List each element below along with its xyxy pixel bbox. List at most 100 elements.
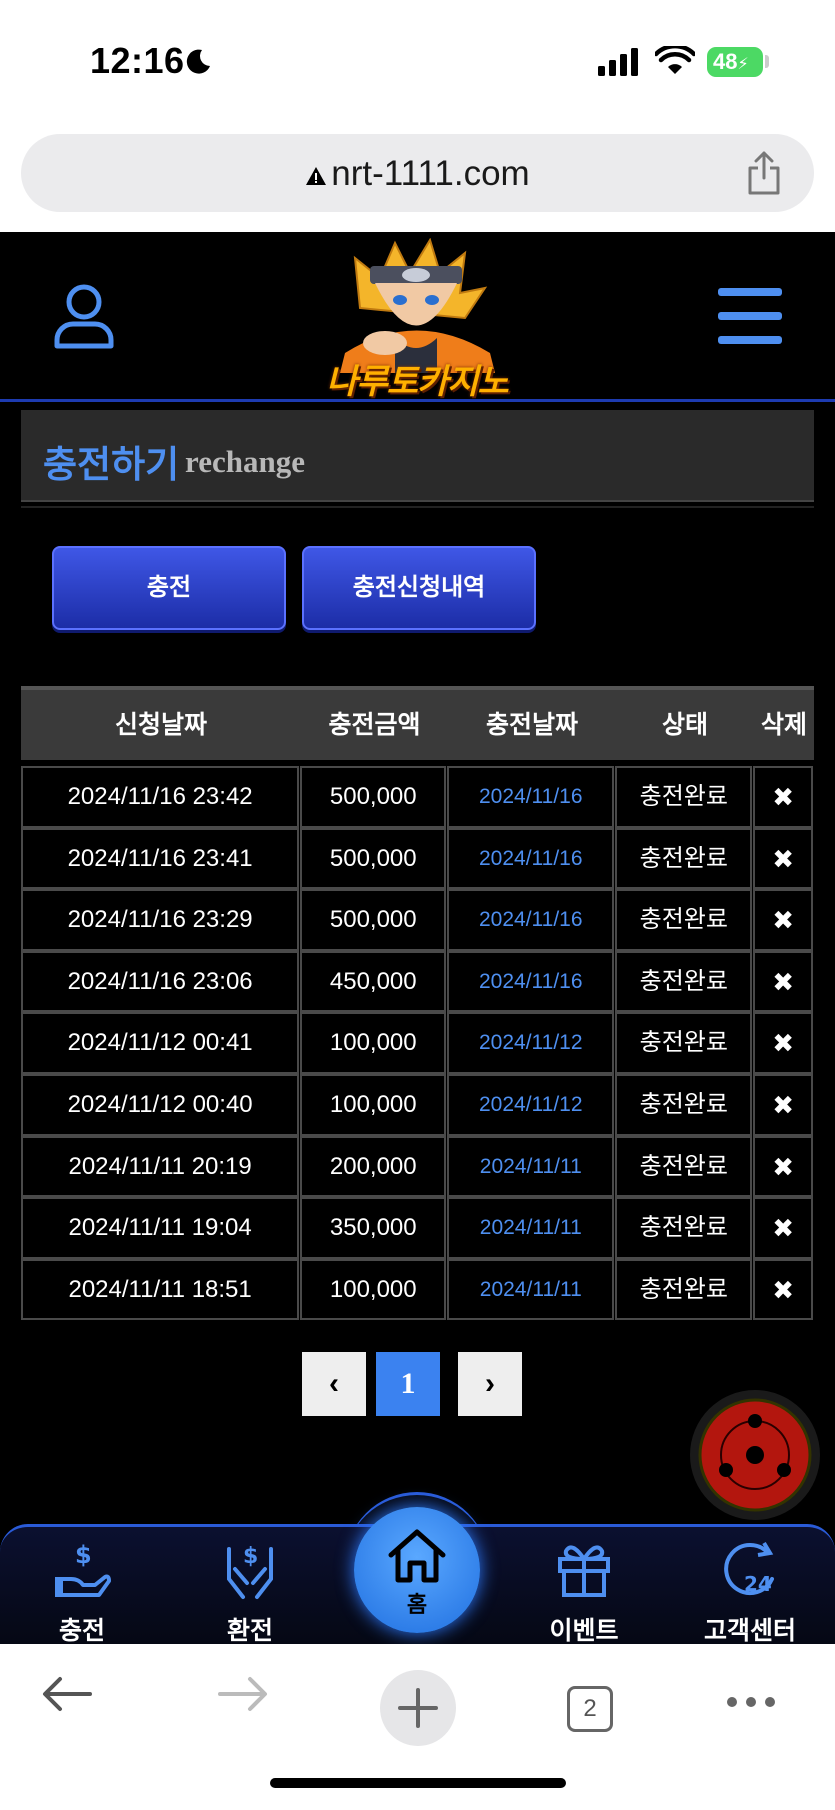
user-icon[interactable] — [52, 282, 116, 350]
cell-charge-date: 2024/11/12 — [447, 1073, 615, 1136]
cell-amount: 450,000 — [300, 950, 447, 1013]
delete-icon[interactable]: ✖ — [753, 1135, 814, 1198]
delete-icon[interactable]: ✖ — [753, 827, 814, 890]
table-row: 2024/11/16 23:42 500,000 2024/11/16 충전완료… — [21, 766, 814, 828]
divider — [21, 506, 814, 508]
home-icon — [388, 1529, 446, 1583]
table-row: 2024/11/16 23:06 450,000 2024/11/16 충전완료… — [21, 950, 814, 1013]
cell-request-date: 2024/11/16 23:29 — [21, 889, 300, 951]
nav-charge[interactable]: $ 충전 — [12, 1527, 152, 1647]
cell-status: 충전완료 — [615, 950, 753, 1013]
battery-level: 48 — [713, 49, 738, 74]
cell-status: 충전완료 — [615, 1012, 753, 1074]
moon-icon — [186, 49, 210, 74]
table-body: 2024/11/16 23:42 500,000 2024/11/16 충전완료… — [21, 766, 814, 1321]
cell-amount: 500,000 — [300, 889, 447, 951]
warning-icon — [306, 166, 327, 185]
cell-amount: 100,000 — [300, 1012, 447, 1074]
nav-home-label: 홈 — [406, 1592, 428, 1617]
plus-icon — [398, 1688, 438, 1728]
table-row: 2024/11/16 23:29 500,000 2024/11/16 충전완료… — [21, 889, 814, 951]
header-delete: 삭제 — [760, 711, 807, 739]
delete-icon[interactable]: ✖ — [753, 1073, 814, 1136]
address-bar[interactable]: nrt-1111.com — [21, 134, 814, 212]
charge-icon: $ — [55, 1541, 111, 1597]
header-status: 상태 — [661, 711, 708, 739]
pagination-prev-button[interactable]: ‹ — [302, 1352, 366, 1416]
cell-request-date: 2024/11/11 18:51 — [21, 1258, 300, 1321]
more-icon[interactable] — [726, 1696, 776, 1708]
charge-history-button[interactable]: 충전신청내역 — [302, 546, 536, 630]
wifi-icon — [655, 46, 695, 74]
floating-sharingan-button[interactable] — [690, 1390, 820, 1520]
nav-charge-label: 충전 — [58, 1617, 105, 1645]
nav-support-label: 고객센터 — [703, 1617, 796, 1645]
table-row: 2024/11/12 00:41 100,000 2024/11/12 충전완료… — [21, 1012, 814, 1074]
forward-arrow-icon[interactable] — [216, 1674, 270, 1714]
pagination-page-current[interactable]: 1 — [376, 1352, 440, 1416]
home-indicator — [270, 1778, 566, 1788]
cell-charge-date: 2024/11/12 — [447, 1012, 615, 1074]
nav-exchange-label: 환전 — [226, 1617, 273, 1645]
back-arrow-icon[interactable] — [40, 1674, 94, 1714]
cell-status: 충전완료 — [615, 1135, 753, 1198]
cell-charge-date: 2024/11/16 — [447, 889, 615, 951]
nav-support[interactable]: 24 고객센터 — [680, 1527, 820, 1647]
pagination-next-button[interactable]: › — [458, 1352, 522, 1416]
cell-amount: 200,000 — [300, 1135, 447, 1198]
support-badge: 24 — [744, 1572, 772, 1596]
cell-amount: 100,000 — [300, 1073, 447, 1136]
cell-amount: 500,000 — [300, 827, 447, 890]
cell-request-date: 2024/11/16 23:06 — [21, 950, 300, 1013]
delete-icon[interactable]: ✖ — [753, 1197, 814, 1259]
table-row: 2024/11/11 18:51 100,000 2024/11/11 충전완료… — [21, 1258, 814, 1321]
table-row: 2024/11/16 23:41 500,000 2024/11/16 충전완료… — [21, 827, 814, 890]
svg-text:$: $ — [75, 1541, 92, 1569]
gift-icon — [558, 1545, 610, 1597]
cell-status: 충전완료 — [615, 1197, 753, 1259]
delete-icon[interactable]: ✖ — [753, 950, 814, 1013]
delete-icon[interactable]: ✖ — [753, 766, 814, 828]
tabs-button[interactable]: 2 — [567, 1686, 613, 1732]
cell-charge-date: 2024/11/11 — [447, 1197, 615, 1259]
status-time: 12:16 — [90, 40, 185, 81]
cell-request-date: 2024/11/12 00:40 — [21, 1073, 300, 1136]
cell-request-date: 2024/11/16 23:42 — [21, 766, 300, 828]
nav-event-label: 이벤트 — [549, 1617, 619, 1645]
logo-text: 나루토카지노 — [326, 363, 509, 401]
delete-icon[interactable]: ✖ — [753, 1012, 814, 1074]
signal-icon — [598, 48, 638, 76]
cell-status: 충전완료 — [615, 1258, 753, 1321]
cell-status: 충전완료 — [615, 766, 753, 828]
page-title-panel: 충전하기 rechange — [21, 410, 814, 502]
nav-home-button[interactable]: 홈 — [354, 1507, 480, 1633]
new-tab-button[interactable] — [380, 1670, 456, 1746]
site-logo[interactable]: 나루토카지노 — [300, 237, 530, 401]
cell-request-date: 2024/11/11 20:19 — [21, 1135, 300, 1198]
battery-indicator: 48⚡ — [707, 47, 763, 77]
nav-exchange[interactable]: $ 환전 — [180, 1527, 320, 1647]
cell-status: 충전완료 — [615, 1073, 753, 1136]
cell-amount: 100,000 — [300, 1258, 447, 1321]
battery-tip — [765, 55, 769, 68]
share-icon[interactable] — [744, 150, 784, 196]
table-row: 2024/11/12 00:40 100,000 2024/11/12 충전완료… — [21, 1073, 814, 1136]
cell-charge-date: 2024/11/16 — [447, 950, 615, 1013]
status-bar: 12:16 48⚡ — [0, 0, 835, 122]
url-display[interactable]: nrt-1111.com — [21, 154, 814, 194]
cell-charge-date: 2024/11/16 — [447, 827, 615, 890]
page-subtitle: rechange — [185, 444, 305, 479]
cell-charge-date: 2024/11/16 — [447, 766, 615, 828]
hamburger-menu-icon[interactable] — [718, 288, 782, 344]
table-row: 2024/11/11 19:04 350,000 2024/11/11 충전완료… — [21, 1197, 814, 1259]
page-title: 충전하기 — [43, 444, 180, 485]
support-24-icon: 24 — [724, 1541, 774, 1596]
charge-button[interactable]: 충전 — [52, 546, 286, 630]
cell-request-date: 2024/11/12 00:41 — [21, 1012, 300, 1074]
delete-icon[interactable]: ✖ — [753, 889, 814, 951]
url-text: nrt-1111.com — [331, 154, 530, 193]
site-header: 나루토카지노 — [0, 232, 835, 402]
delete-icon[interactable]: ✖ — [753, 1258, 814, 1321]
cell-request-date: 2024/11/11 19:04 — [21, 1197, 300, 1259]
nav-event[interactable]: 이벤트 — [514, 1527, 654, 1647]
